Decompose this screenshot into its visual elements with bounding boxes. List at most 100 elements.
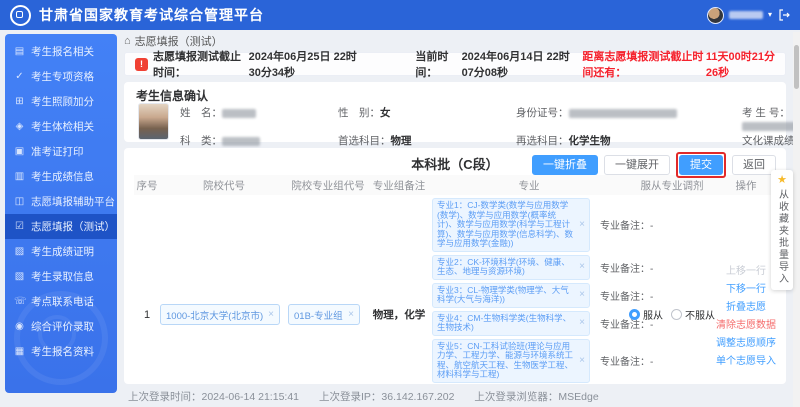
field-first-subject: 首选科目：物理 — [338, 135, 516, 148]
adjust-cell: 服从 不服从 — [628, 195, 716, 384]
masked-examno-value — [742, 122, 800, 131]
sidebar-item-label: 志愿填报辅助平台 — [31, 194, 115, 209]
major-tag: 专业4：CM-生物科学类(生物科学、生物技术)× — [432, 311, 590, 336]
col-header-operations: 操作 — [716, 178, 776, 193]
radio-selected-icon — [629, 309, 640, 320]
major-item: 专业3：CL-物理学类(物理学、大气科学(大气与海洋))× 专业备注：- — [432, 283, 628, 308]
majors-cell: 专业1：CJ-数学类(数学与应用数学(数学)、数学与应用数学(概率统计)、数学与… — [430, 195, 628, 384]
submit-button[interactable]: 提交 — [679, 155, 723, 175]
radio-obey[interactable]: 服从 — [629, 307, 663, 322]
alert-icon: ! — [135, 58, 148, 71]
close-icon[interactable]: × — [268, 309, 274, 320]
table-row: 1 1000-北京大学(北京市)× 01B-专业组× 物理，化学 专业1：CJ-… — [134, 195, 776, 384]
import-single-volunteer-link[interactable]: 单个志愿导入 — [716, 352, 776, 367]
sidebar-item-volunteer-fill-test[interactable]: ☑ 志愿填报（测试） — [5, 214, 117, 239]
folder-icon: ▧ — [14, 271, 25, 282]
reorder-volunteer-link[interactable]: 调整志愿顺序 — [716, 334, 776, 349]
close-icon[interactable]: × — [579, 356, 585, 366]
close-icon[interactable]: × — [579, 318, 585, 328]
back-button[interactable]: 返回 — [732, 155, 776, 175]
major-tag: 专业3：CL-物理学类(物理学、大气科学(大气与海洋))× — [432, 283, 590, 308]
batch-header: 本科批（C段） 一键折叠 一键展开 提交 返回 — [134, 151, 776, 175]
vertical-scrollbar — [793, 32, 800, 407]
candidate-photo — [138, 103, 169, 140]
sidebar-item-registration[interactable]: ▤ 考生报名相关 — [5, 39, 117, 64]
sidebar-item-label: 考生成绩证明 — [31, 244, 94, 259]
checklist-icon: ☑ — [14, 221, 25, 232]
countdown-label: 距离志愿填报测试截止时间还有： — [582, 48, 706, 80]
batch-title: 本科批（C段） — [411, 154, 498, 173]
table-header-row: 序号 院校代号 院校专业组代号 专业组备注 专业 服从专业调剂 操作 — [134, 175, 776, 195]
sidebar-watermark — [14, 291, 108, 385]
sidebar-item-label: 考生报名相关 — [31, 44, 94, 59]
avatar[interactable] — [707, 7, 724, 24]
major-tag: 专业2：CK-环境科学(环境、健康、生态、地理与资源环境)× — [432, 255, 590, 280]
college-select[interactable]: 1000-北京大学(北京市)× — [160, 304, 280, 325]
move-up-link: 上移一行 — [716, 262, 776, 277]
last-login-browser: 上次登录浏览器：MSEdge — [474, 389, 598, 404]
col-header-group-code: 院校专业组代号 — [288, 178, 368, 193]
col-header-college-code: 院校代号 — [160, 178, 288, 193]
printer-icon: ▣ — [14, 146, 25, 157]
form-icon: ▤ — [14, 46, 25, 57]
close-icon[interactable]: × — [579, 220, 585, 230]
sidebar-nav: ▤ 考生报名相关 ✓考生专项资格 ⊞考生照顾加分 ◈考生体检相关 ▣准考证打印 ▥… — [5, 34, 117, 393]
close-icon[interactable]: × — [348, 309, 354, 320]
candidate-info-title: 考生信息确认 — [136, 87, 774, 104]
logout-icon[interactable] — [777, 9, 790, 22]
app-title: 甘肃省国家教育考试综合管理平台 — [39, 5, 264, 25]
close-icon[interactable]: × — [579, 262, 585, 272]
group-cell: 01B-专业组× — [288, 195, 368, 384]
sidebar-item-physical-exam[interactable]: ◈考生体检相关 — [5, 114, 117, 139]
countdown-value: 11天00时21分26秒 — [706, 48, 775, 80]
current-time-value: 2024年06月14日 22时07分08秒 — [462, 48, 578, 80]
major-item: 专业4：CM-生物科学类(生物科学、生物技术)× 专业备注：- — [432, 311, 628, 336]
collapse-all-button[interactable]: 一键折叠 — [532, 155, 598, 175]
annotation-red-box: 提交 — [676, 152, 726, 178]
collapse-volunteer-link[interactable]: 折叠志愿 — [716, 298, 776, 313]
sidebar-item-label: 志愿填报（测试） — [31, 219, 115, 234]
radio-not-obey[interactable]: 不服从 — [671, 307, 715, 322]
masked-name-value — [222, 109, 256, 118]
user-area: ▾ — [707, 7, 790, 24]
sidebar-item-admission-ticket-print[interactable]: ▣准考证打印 — [5, 139, 117, 164]
sidebar-item-label: 考生照顾加分 — [31, 94, 94, 109]
report-icon: ▥ — [14, 171, 25, 182]
favorites-import-tab[interactable]: ★ 从收藏夹批量导入 — [771, 170, 793, 290]
sidebar-item-special-qualification[interactable]: ✓考生专项资格 — [5, 64, 117, 89]
logo-icon — [10, 5, 31, 26]
sidebar-item-admission-info[interactable]: ▧ 考生录取信息 — [5, 264, 117, 289]
group-note: 物理，化学 — [368, 195, 430, 384]
countdown: 距离志愿填报测试截止时间还有： 11天00时21分26秒 — [582, 48, 775, 80]
home-icon[interactable]: ⌂ — [124, 35, 131, 47]
caret-down-icon[interactable]: ▾ — [768, 11, 772, 19]
masked-category-value — [222, 137, 260, 146]
sidebar-item-bonus-points[interactable]: ⊞考生照顾加分 — [5, 89, 117, 114]
major-item: 专业2：CK-环境科学(环境、健康、生态、地理与资源环境)× 专业备注：- — [432, 255, 628, 280]
deadline-label: 志愿填报测试截止时间： — [153, 48, 244, 80]
masked-username — [729, 11, 763, 19]
volunteer-batch-card: 本科批（C段） 一键折叠 一键展开 提交 返回 序号 院校代号 院校专业组代号 … — [124, 148, 786, 384]
favorites-import-label: 从收藏夹批量导入 — [775, 189, 790, 285]
major-tag: 专业1：CJ-数学类(数学与应用数学(数学)、数学与应用数学(概率统计)、数学与… — [432, 198, 590, 252]
sidebar-item-label: 考生录取信息 — [31, 269, 94, 284]
field-culture-score: 文化课成绩：- — [742, 135, 800, 148]
expand-all-button[interactable]: 一键展开 — [604, 155, 670, 175]
sidebar-item-score-certificate[interactable]: ▨考生成绩证明 — [5, 239, 117, 264]
close-icon[interactable]: × — [579, 290, 585, 300]
star-icon: ★ — [777, 175, 787, 186]
field-gender: 性 别：女 — [338, 107, 516, 133]
candidate-info-card: 考生信息确认 姓 名： 性 别：女 身份证号： 考 生 号： 科 类： 首选科目… — [124, 82, 786, 142]
group-select[interactable]: 01B-专业组× — [288, 304, 360, 325]
last-login-time: 上次登录时间：2024-06-14 21:15:41 — [128, 389, 299, 404]
deadline-notice-bar: ! 志愿填报测试截止时间： 2024年06月25日 22时30分34秒 当前时间… — [124, 52, 786, 76]
field-exam-number: 考 生 号： — [742, 107, 800, 133]
sidebar-item-label: 考生体检相关 — [31, 119, 94, 134]
sidebar-item-score-info[interactable]: ▥考生成绩信息 — [5, 164, 117, 189]
field-re-subject: 再选科目：化学生物 — [516, 135, 742, 148]
sidebar-item-volunteer-assist-platform[interactable]: ◫志愿填报辅助平台 — [5, 189, 117, 214]
radio-unselected-icon — [671, 309, 682, 320]
move-down-link[interactable]: 下移一行 — [716, 280, 776, 295]
clear-volunteer-link[interactable]: 清除志愿数据 — [716, 316, 776, 331]
scrollbar-thumb[interactable] — [794, 45, 799, 89]
